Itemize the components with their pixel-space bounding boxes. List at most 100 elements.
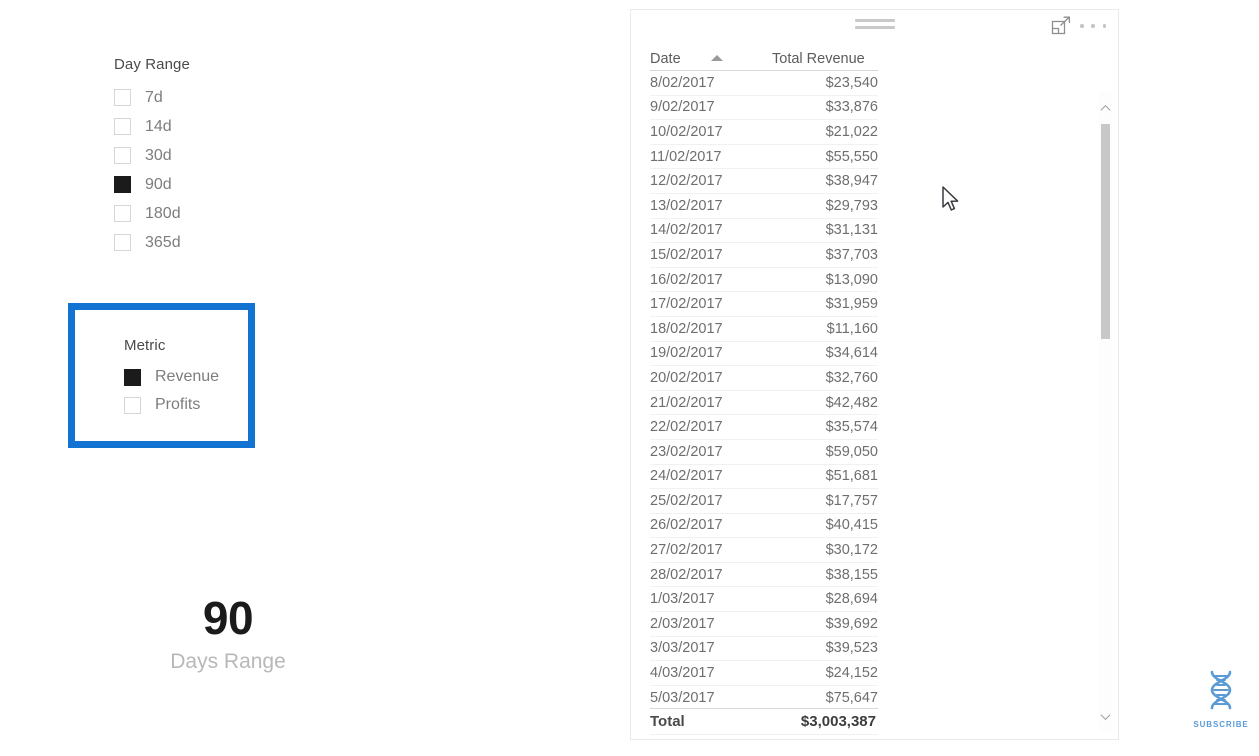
cell-date: 10/02/2017	[650, 119, 772, 145]
table-row[interactable]: 19/02/2017 $34,614	[650, 341, 878, 367]
cell-date: 22/02/2017	[650, 414, 772, 440]
revenue-table-visual: Date Total Revenue 8/02/2017 $23,540 9/02/…	[630, 9, 1119, 740]
table-row[interactable]: 20/02/2017 $32,760	[650, 365, 878, 391]
cell-total-revenue: $17,757	[772, 488, 878, 514]
scroll-up-icon[interactable]	[1099, 102, 1112, 115]
checkbox-14d[interactable]	[114, 118, 131, 135]
days-range-card: 90 Days Range	[113, 592, 343, 676]
table-row[interactable]: 17/02/2017 $31,959	[650, 291, 878, 317]
cell-total-revenue: $51,681	[772, 464, 878, 490]
table-header-row: Date Total Revenue	[650, 40, 878, 71]
metric-slicer: Metric Revenue Profits	[124, 337, 219, 419]
column-header-date-label: Date	[650, 51, 681, 67]
dna-helix-icon	[1210, 670, 1232, 710]
cell-date: 16/02/2017	[650, 267, 772, 293]
scroll-down-icon[interactable]	[1099, 710, 1112, 723]
slicer-label-14d: 14d	[145, 117, 172, 135]
cell-total-revenue: $42,482	[772, 390, 878, 416]
table-row[interactable]: 27/02/2017 $30,172	[650, 537, 878, 563]
column-header-date[interactable]: Date	[650, 40, 772, 71]
table-row[interactable]: 24/02/2017 $51,681	[650, 464, 878, 490]
table-row[interactable]: 22/02/2017 $35,574	[650, 414, 878, 440]
cell-total-revenue: $23,540	[772, 70, 878, 96]
table-row[interactable]: 16/02/2017 $13,090	[650, 267, 878, 293]
table-row[interactable]: 28/02/2017 $38,155	[650, 562, 878, 588]
cell-date: 15/02/2017	[650, 242, 772, 268]
table-row[interactable]: 13/02/2017 $29,793	[650, 193, 878, 219]
table-row[interactable]: 1/03/2017 $28,694	[650, 586, 878, 613]
table-row[interactable]: 23/02/2017 $59,050	[650, 439, 878, 465]
table-row[interactable]: 5/03/2017 $75,647	[650, 685, 878, 711]
cell-total-revenue: $31,959	[772, 291, 878, 317]
cell-date: 11/02/2017	[650, 144, 772, 170]
cell-total-revenue: $55,550	[772, 144, 878, 170]
more-options-icon[interactable]	[1080, 18, 1106, 34]
slicer-label-profits: Profits	[155, 396, 201, 413]
table-row[interactable]: 4/03/2017 $24,152	[650, 660, 878, 686]
slicer-item-180d[interactable]: 180d	[114, 199, 190, 228]
cell-date: 12/02/2017	[650, 168, 772, 194]
checkbox-revenue[interactable]	[124, 368, 141, 386]
slicer-item-90d[interactable]: 90d	[114, 170, 190, 199]
cell-date: 5/03/2017	[650, 685, 772, 711]
slicer-label-180d: 180d	[145, 204, 181, 222]
cell-date: 25/02/2017	[650, 488, 772, 514]
table-vertical-scrollbar[interactable]	[1099, 92, 1112, 731]
scrollbar-thumb[interactable]	[1101, 124, 1110, 339]
cell-total-revenue: $35,574	[772, 414, 878, 440]
cell-total-revenue: $33,876	[772, 95, 878, 121]
total-label: Total	[650, 712, 685, 730]
slicer-label-7d: 7d	[145, 88, 163, 106]
table-row[interactable]: 14/02/2017 $31,131	[650, 218, 878, 244]
table-row[interactable]: 10/02/2017 $21,022	[650, 119, 878, 145]
table-row[interactable]: 9/02/2017 $33,876	[650, 95, 878, 121]
checkbox-365d[interactable]	[114, 234, 131, 251]
table-row[interactable]: 18/02/2017 $11,160	[650, 316, 878, 342]
cell-total-revenue: $24,152	[772, 660, 878, 686]
cell-total-revenue: $37,703	[772, 242, 878, 268]
checkbox-30d[interactable]	[114, 147, 131, 164]
cell-date: 1/03/2017	[650, 586, 772, 613]
checkbox-profits[interactable]	[124, 396, 141, 414]
slicer-item-profits[interactable]: Profits	[124, 391, 219, 419]
column-header-total-revenue[interactable]: Total Revenue	[772, 40, 878, 71]
table-row[interactable]: 8/02/2017 $23,540	[650, 70, 878, 96]
focus-mode-icon[interactable]	[1051, 16, 1071, 36]
table-row[interactable]: 25/02/2017 $17,757	[650, 488, 878, 514]
subscribe-watermark: SUBSCRIBE	[1190, 670, 1252, 729]
slicer-label-365d: 365d	[145, 233, 181, 251]
cell-date: 8/02/2017	[650, 70, 772, 96]
cell-date: 20/02/2017	[650, 365, 772, 391]
cell-date: 4/03/2017	[650, 660, 772, 686]
checkbox-90d[interactable]	[114, 176, 131, 193]
table-row[interactable]: 12/02/2017 $38,947	[650, 168, 878, 194]
cell-total-revenue: $39,523	[772, 636, 878, 662]
metric-slicer-title: Metric	[124, 337, 166, 354]
cell-date: 9/02/2017	[650, 95, 772, 121]
cell-total-revenue: $59,050	[772, 439, 878, 465]
slicer-item-365d[interactable]: 365d	[114, 228, 190, 257]
table-total-row: Total $3,003,387	[650, 708, 878, 733]
slicer-item-revenue[interactable]: Revenue	[124, 363, 219, 391]
cell-total-revenue: $39,692	[772, 611, 878, 637]
cell-date: 13/02/2017	[650, 193, 772, 219]
cell-total-revenue: $30,172	[772, 537, 878, 563]
table-row[interactable]: 21/02/2017 $42,482	[650, 390, 878, 416]
table-rows-clip: Date Total Revenue 8/02/2017 $23,540 9/02/…	[631, 40, 1118, 739]
cell-total-revenue: $32,760	[772, 365, 878, 391]
table-row[interactable]: 26/02/2017 $40,415	[650, 513, 878, 539]
table-row[interactable]: 15/02/2017 $37,703	[650, 242, 878, 268]
checkbox-7d[interactable]	[114, 89, 131, 106]
cell-date: 21/02/2017	[650, 390, 772, 416]
cell-date: 26/02/2017	[650, 513, 772, 539]
table-row[interactable]: 11/02/2017 $55,550	[650, 144, 878, 170]
table-row[interactable]: 3/03/2017 $39,523	[650, 636, 878, 662]
slicer-item-7d[interactable]: 7d	[114, 83, 190, 112]
checkbox-180d[interactable]	[114, 205, 131, 222]
slicer-item-30d[interactable]: 30d	[114, 141, 190, 170]
drag-handle-icon[interactable]	[854, 19, 895, 33]
visual-header	[631, 10, 1118, 40]
slicer-item-14d[interactable]: 14d	[114, 112, 190, 141]
table-row[interactable]: 2/03/2017 $39,692	[650, 611, 878, 637]
cell-total-revenue: $11,160	[772, 316, 878, 342]
